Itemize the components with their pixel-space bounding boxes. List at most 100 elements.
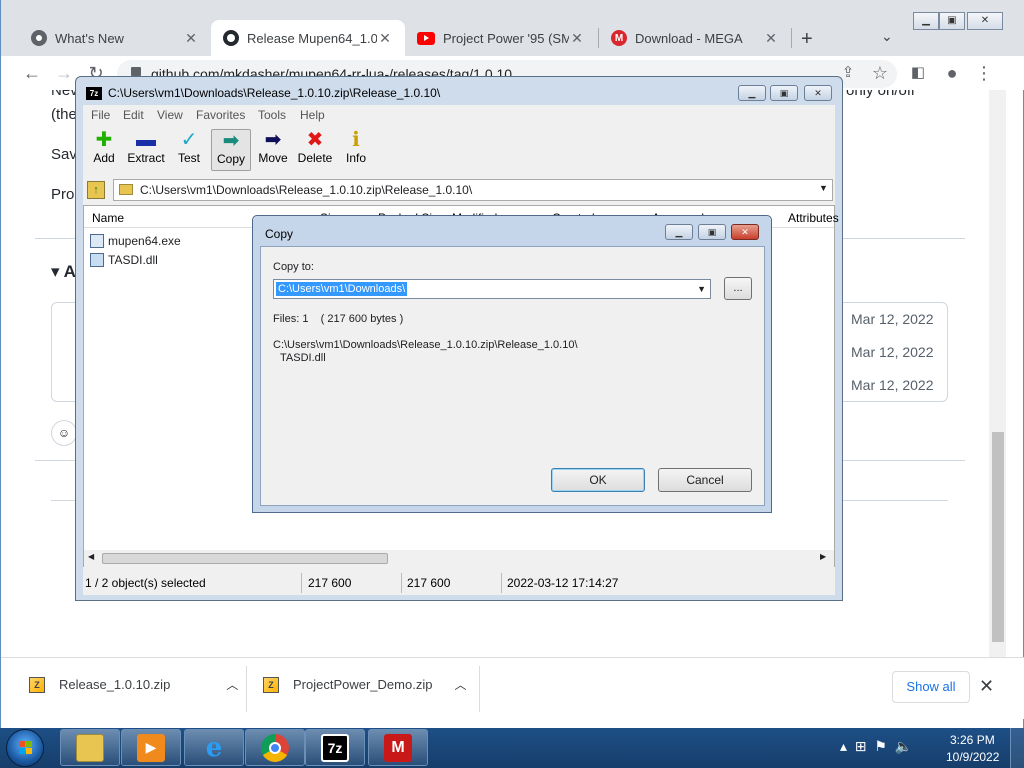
divider	[301, 573, 302, 593]
forward-button[interactable]: →	[53, 62, 75, 84]
close-icon[interactable]: ✕	[979, 676, 994, 697]
status-selected: 1 / 2 object(s) selected	[85, 576, 206, 590]
chrome-icon	[261, 733, 289, 762]
taskbar-mupen64[interactable]: M	[368, 729, 428, 766]
maximize-button[interactable]: ▣	[698, 224, 726, 240]
profile-avatar[interactable]: ●	[941, 62, 963, 84]
menu-favorites[interactable]: Favorites	[196, 108, 245, 122]
lock-icon[interactable]	[131, 67, 141, 76]
taskbar-internet-explorer[interactable]: e	[184, 729, 244, 766]
assets-heading[interactable]: ▾ A	[51, 262, 76, 282]
7zip-icon: 7z	[321, 733, 349, 762]
minimize-button[interactable]: ▁	[738, 85, 766, 101]
asset-date: Mar 12, 2022	[851, 311, 934, 327]
close-icon[interactable]: ✕	[183, 30, 199, 47]
minimize-button[interactable]: ▁	[913, 12, 939, 30]
menu-kebab-icon[interactable]: ⋮	[973, 62, 995, 84]
tab-search-button[interactable]: ⌄	[881, 28, 893, 45]
menu-view[interactable]: View	[157, 108, 183, 122]
asset-date: Mar 12, 2022	[851, 344, 934, 360]
show-all-button[interactable]: Show all	[892, 671, 970, 703]
side-panel-icon[interactable]: ◧	[907, 62, 929, 84]
copy-to-input[interactable]: C:\Users\vm1\Downloads\ ▼	[273, 279, 711, 299]
new-tab-button[interactable]: +	[801, 28, 813, 51]
column-name[interactable]: Name	[92, 211, 124, 225]
tab-mega[interactable]: M Download - MEGA ✕	[599, 20, 791, 56]
move-button[interactable]: ➡ Move	[253, 129, 293, 171]
taskbar-7zip[interactable]: 7z	[305, 729, 365, 766]
page-scrollbar-thumb[interactable]	[992, 432, 1004, 642]
menu-tools[interactable]: Tools	[258, 108, 286, 122]
bookmark-star-icon[interactable]: ☆	[869, 62, 891, 84]
download-shelf: Z Release_1.0.10.zip ︿ Z ProjectPower_De…	[1, 657, 1024, 719]
ok-button[interactable]: OK	[551, 468, 645, 492]
info-button[interactable]: ℹ Info	[336, 129, 376, 171]
maximize-button[interactable]: ▣	[770, 85, 798, 101]
tab-whats-new[interactable]: What's New ✕	[19, 20, 211, 56]
close-icon[interactable]: ✕	[377, 30, 393, 47]
chevron-up-icon[interactable]: ︿	[454, 676, 466, 693]
tool-label: Copy	[216, 152, 245, 166]
delete-icon: ✖	[306, 129, 324, 151]
close-button[interactable]: ✕	[731, 224, 759, 240]
maximize-button[interactable]: ▣	[939, 12, 965, 30]
tab-title: Project Power '95 (SM64	[443, 30, 569, 46]
copy-dialog: Copy ▁ ▣ ✕ Copy to: C:\Users\vm1\Downloa…	[252, 215, 772, 513]
taskbar-chrome[interactable]	[245, 729, 305, 766]
window-title: C:\Users\vm1\Downloads\Release_1.0.10.zi…	[108, 86, 441, 100]
zip-file-icon: Z	[263, 676, 279, 693]
scrollbar-thumb[interactable]	[102, 553, 388, 564]
clock-time[interactable]: 3:26 PM	[950, 733, 995, 747]
page-text-fragment: (the	[51, 106, 77, 123]
copy-icon: ➡	[222, 130, 240, 152]
delete-button[interactable]: ✖ Delete	[295, 129, 335, 171]
tab-project-power[interactable]: Project Power '95 (SM64 ✕	[405, 20, 597, 56]
tab-title: What's New	[55, 30, 124, 46]
reaction-button[interactable]: ☺	[51, 420, 77, 446]
copy-button[interactable]: ➡ Copy	[211, 129, 251, 171]
column-attributes[interactable]: Attributes	[788, 211, 839, 225]
extract-icon: ▬	[136, 129, 156, 151]
browse-button[interactable]: ...	[724, 277, 752, 300]
show-desktop-button[interactable]	[1010, 728, 1024, 768]
scroll-right-icon[interactable]: ▶	[820, 552, 826, 561]
menu-edit[interactable]: Edit	[123, 108, 144, 122]
download-item[interactable]: Z ProjectPower_Demo.zip ︿	[263, 676, 466, 693]
taskbar-media-player[interactable]: ▶	[121, 729, 181, 766]
close-button[interactable]: ✕	[804, 85, 832, 101]
test-button[interactable]: ✓ Test	[169, 129, 209, 171]
close-icon[interactable]: ✕	[763, 30, 779, 47]
menu-file[interactable]: File	[91, 108, 110, 122]
media-player-icon: ▶	[137, 733, 165, 762]
up-folder-icon[interactable]: ↑	[87, 181, 105, 199]
cancel-button[interactable]: Cancel	[658, 468, 752, 492]
taskbar-file-explorer[interactable]	[60, 729, 120, 766]
windows-logo-icon	[19, 741, 32, 754]
7zip-icon: 7z	[86, 87, 102, 100]
scroll-left-icon[interactable]: ◀	[88, 552, 94, 561]
window-close-button[interactable]: ✕	[967, 12, 1003, 30]
download-filename: Release_1.0.10.zip	[59, 677, 171, 692]
menu-help[interactable]: Help	[300, 108, 325, 122]
download-item[interactable]: Z Release_1.0.10.zip ︿	[29, 676, 238, 693]
minimize-button[interactable]: ▁	[665, 224, 693, 240]
dropdown-arrow-icon[interactable]: ▼	[819, 183, 828, 193]
horizontal-scrollbar[interactable]: ◀ ▶	[84, 550, 834, 567]
file-name: mupen64.exe	[108, 234, 181, 248]
extract-button[interactable]: ▬ Extract	[126, 129, 166, 171]
path-combobox[interactable]: C:\Users\vm1\Downloads\Release_1.0.10.zi…	[113, 179, 833, 201]
list-item[interactable]: mupen64.exe	[90, 234, 181, 248]
list-item[interactable]: TASDI.dll	[90, 253, 158, 267]
tool-label: Delete	[297, 151, 333, 165]
chevron-up-icon[interactable]: ︿	[226, 676, 238, 693]
title-bar[interactable]: 7z C:\Users\vm1\Downloads\Release_1.0.10…	[76, 77, 842, 107]
close-icon[interactable]: ✕	[569, 30, 585, 47]
add-button[interactable]: ✚ Add	[84, 129, 124, 171]
back-button[interactable]: ←	[21, 62, 43, 84]
clock-date[interactable]: 10/9/2022	[946, 750, 999, 764]
dropdown-arrow-icon[interactable]: ▼	[697, 284, 706, 294]
tab-release-mupen64[interactable]: Release Mupen64_1.0.10 ✕	[211, 20, 405, 56]
start-button[interactable]	[6, 729, 44, 767]
system-tray[interactable]: ▴ ⊞ ⚑ 🔈	[840, 738, 912, 755]
github-icon	[223, 30, 239, 46]
